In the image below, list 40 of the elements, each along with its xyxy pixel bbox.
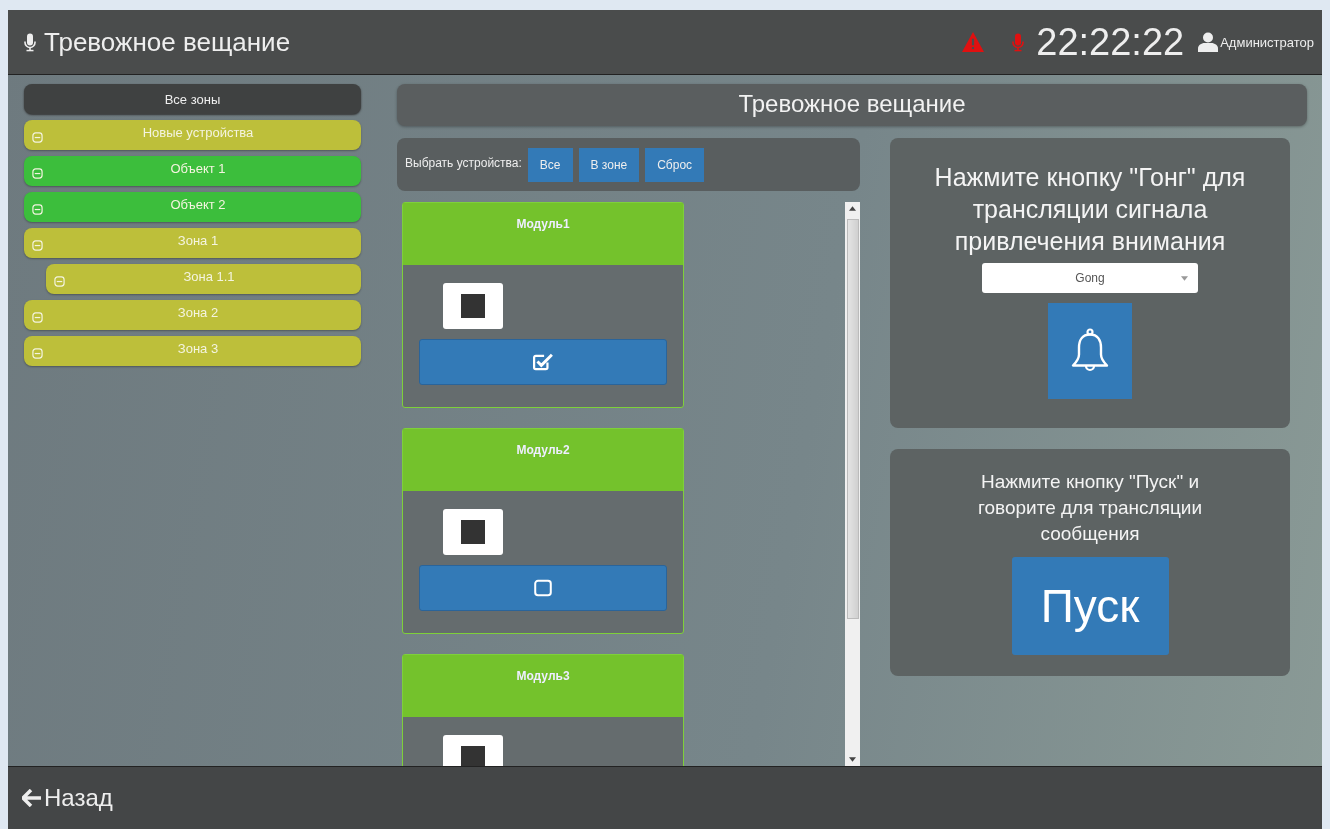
bell-icon bbox=[1070, 328, 1110, 374]
minus-square-icon bbox=[32, 312, 43, 323]
page-title: Тревожное вещание bbox=[397, 84, 1307, 126]
minus-square-icon bbox=[54, 276, 65, 287]
scrollbar-thumb[interactable] bbox=[846, 219, 859, 619]
up-arrow-icon bbox=[849, 206, 856, 211]
user-icon bbox=[1198, 32, 1219, 52]
zone-item[interactable]: Объект 1 bbox=[24, 156, 361, 186]
minus-square-icon bbox=[32, 204, 43, 215]
microphone-icon bbox=[22, 31, 38, 53]
down-arrow-icon bbox=[849, 757, 856, 762]
caret-icon bbox=[1181, 276, 1188, 281]
stop-button[interactable] bbox=[443, 283, 503, 329]
start-button[interactable]: Пуск bbox=[1011, 557, 1169, 655]
zone-item[interactable]: Объект 2 bbox=[24, 192, 361, 222]
minus-square-icon bbox=[32, 132, 43, 143]
minus-square-icon bbox=[32, 168, 43, 179]
gong-button[interactable] bbox=[1048, 303, 1132, 399]
module-name: Модуль3 bbox=[403, 655, 683, 717]
start-instructions: Нажмите кнопку "Пуск" и говорите для трансляции сообщения bbox=[976, 470, 1204, 546]
left-arrow-icon bbox=[22, 789, 42, 807]
minus-square-icon bbox=[32, 348, 43, 359]
toolbar-label: Выбрать устройства: bbox=[405, 156, 522, 170]
gong-instructions: Нажмите кнопку "Гонг" для трансляции сигнала привлечения внимания bbox=[933, 162, 1247, 257]
zone-item[interactable]: Все зоны bbox=[24, 84, 361, 114]
module-name: Модуль2 bbox=[403, 429, 683, 491]
select-button[interactable]: Все bbox=[527, 148, 573, 182]
module-name: Модуль1 bbox=[403, 203, 683, 265]
sound-dropdown[interactable]: Gong bbox=[982, 263, 1198, 293]
user-name[interactable]: Администратор bbox=[1220, 34, 1314, 50]
back-button[interactable]: Назад bbox=[22, 784, 113, 812]
clock-time: 22:22:22 bbox=[1036, 20, 1185, 64]
select-toggle-button[interactable] bbox=[419, 565, 667, 611]
select-button[interactable]: В зоне bbox=[578, 148, 640, 182]
minus-square-icon bbox=[32, 240, 43, 251]
select-button[interactable]: Сброс bbox=[645, 148, 705, 182]
app-title: Тревожное вещание bbox=[44, 26, 291, 58]
stop-button[interactable] bbox=[443, 509, 503, 555]
select-toggle-button[interactable] bbox=[419, 339, 667, 385]
scrollbar[interactable] bbox=[845, 202, 860, 766]
